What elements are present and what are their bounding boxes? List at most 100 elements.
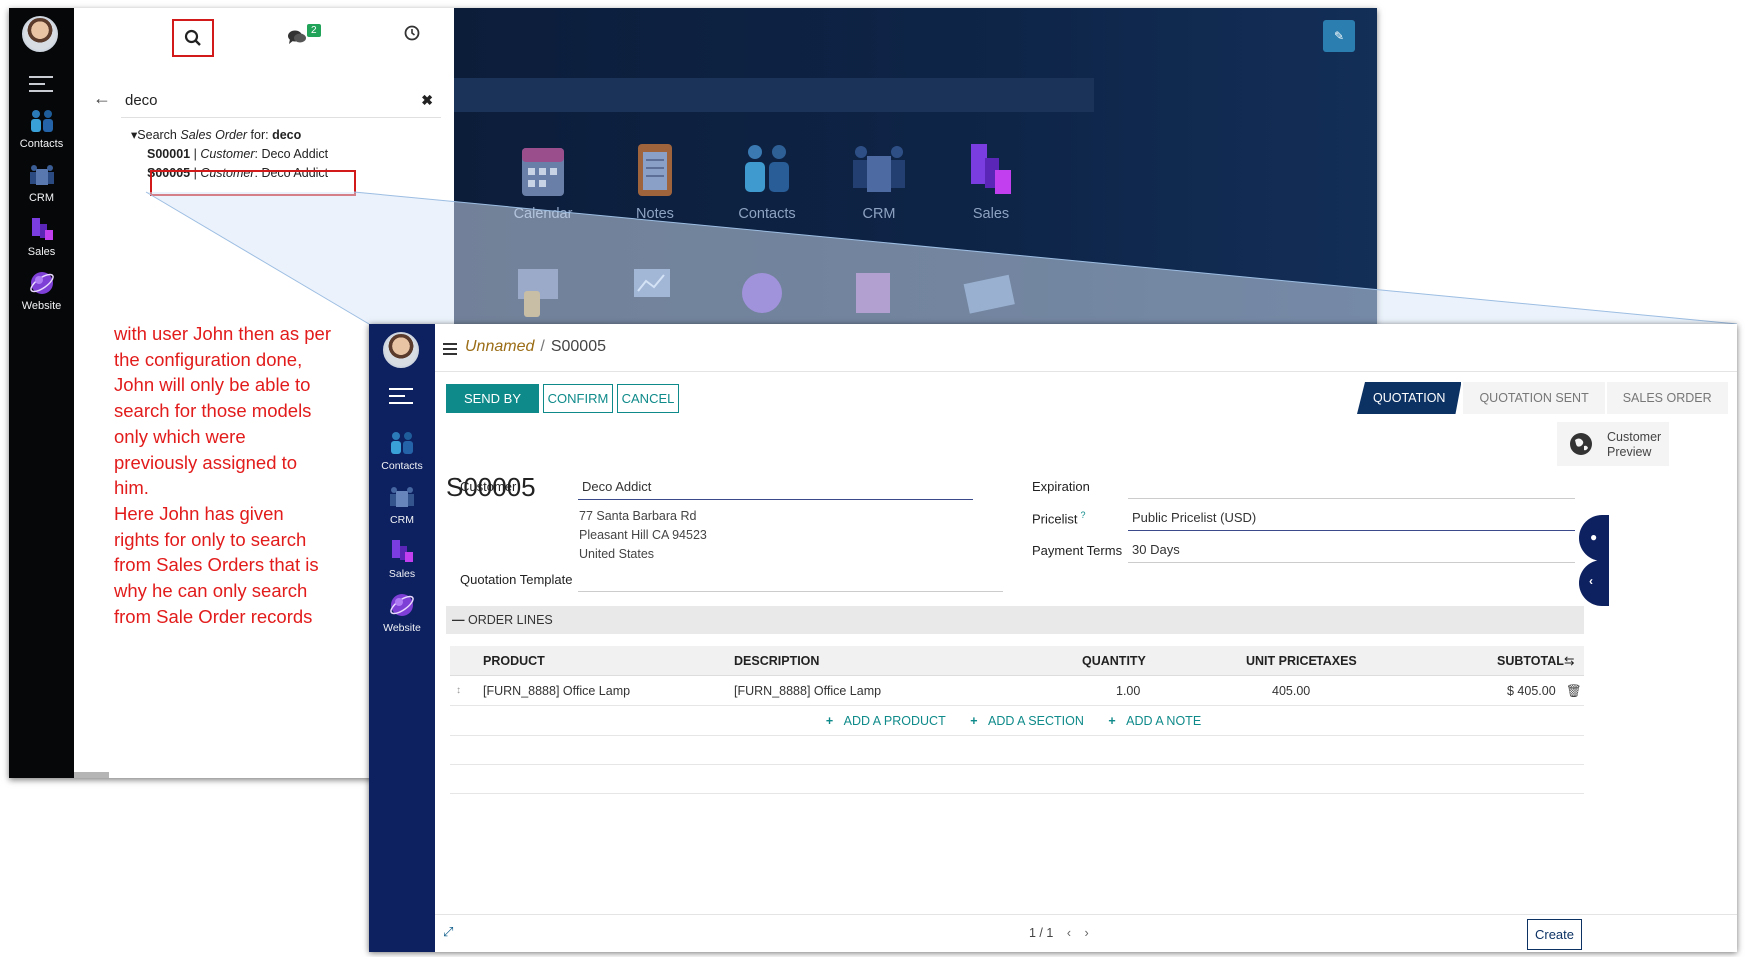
quotation-template-label: Quotation Template	[460, 572, 573, 587]
cell-description[interactable]: [FURN_8888] Office Lamp	[734, 676, 881, 706]
dashboard-icon[interactable]	[624, 263, 676, 323]
column-header-unit-price[interactable]: UNIT PRICE	[1246, 646, 1317, 676]
table-header: PRODUCT DESCRIPTION QUANTITY UNIT PRICE …	[450, 646, 1584, 676]
payment-terms-field[interactable]: 30 Days	[1128, 539, 1575, 563]
clock-icon[interactable]	[404, 25, 420, 46]
add-note-link[interactable]: + ADD A NOTE	[1108, 714, 1208, 728]
website-icon[interactable]	[736, 263, 788, 323]
stage-quotation-sent[interactable]: QUOTATION SENT	[1463, 382, 1605, 414]
customer-preview-button[interactable]: Customer Preview	[1557, 422, 1669, 466]
column-header-quantity[interactable]: QUANTITY	[1082, 646, 1146, 676]
preview-label-line1: Customer	[1607, 430, 1662, 444]
side-panel-toggle-tab[interactable]: ‹	[1579, 560, 1609, 606]
home-app-sales[interactable]: Sales	[936, 138, 1046, 222]
customer-field[interactable]: Deco Addict	[578, 476, 973, 500]
column-header-subtotal[interactable]: SUBTOTAL	[1497, 646, 1564, 676]
payment-terms-label: Payment Terms	[1032, 543, 1123, 558]
invoicing-icon[interactable]	[512, 263, 564, 323]
breadcrumb-separator: /	[540, 338, 545, 355]
home-search-bar[interactable]	[454, 78, 1094, 112]
sales-icon	[31, 218, 53, 240]
sidebar-app-contacts[interactable]: Contacts	[369, 428, 435, 472]
home-app-notes[interactable]: Notes	[600, 138, 710, 222]
search-icon[interactable]	[172, 19, 214, 57]
home-app-label: Calendar	[513, 206, 573, 222]
collapse-icon[interactable]: —	[452, 606, 465, 634]
expand-icon[interactable]: ⤢	[443, 924, 453, 940]
sidebar-app-crm[interactable]: CRM	[9, 160, 74, 204]
sidebar-app-contacts[interactable]: Contacts	[9, 106, 74, 150]
avatar[interactable]	[22, 16, 58, 52]
cell-quantity[interactable]: 1.00	[1116, 676, 1140, 706]
confirm-button[interactable]: CONFIRM	[543, 384, 613, 413]
table-row[interactable]: ↕ [FURN_8888] Office Lamp [FURN_8888] Of…	[450, 676, 1584, 706]
stage-quotation[interactable]: QUOTATION	[1357, 382, 1461, 414]
search-input[interactable]	[121, 88, 391, 113]
home-app-label: Contacts	[738, 206, 796, 222]
pricelist-field[interactable]: Public Pricelist (USD)	[1128, 507, 1575, 531]
menu-icon[interactable]	[389, 388, 413, 406]
chevron-left-icon: ‹	[1589, 574, 1593, 588]
pager-next-icon[interactable]: ›	[1084, 926, 1088, 940]
sidebar-app-label: Sales	[388, 568, 416, 580]
quotation-template-field[interactable]	[578, 568, 1003, 592]
sidebar-app-label: Contacts	[381, 460, 423, 472]
trash-icon[interactable]: 🗑	[1566, 676, 1582, 706]
expiration-field[interactable]	[1128, 475, 1575, 499]
chat-icon[interactable]: 2	[287, 24, 327, 48]
order-lines-section-header[interactable]: — ORDER LINES	[446, 606, 1584, 634]
send-by-email-button[interactable]: SEND BY EMAIL	[446, 384, 539, 433]
column-header-product[interactable]: PRODUCT	[483, 646, 545, 676]
hamburger-icon[interactable]	[443, 343, 457, 358]
home-app-calendar[interactable]: Calendar	[488, 138, 598, 222]
chatter-toggle-tab[interactable]: ●	[1579, 515, 1609, 561]
order-lines-table: PRODUCT DESCRIPTION QUANTITY UNIT PRICE …	[450, 646, 1584, 794]
empty-row	[450, 736, 1584, 765]
cancel-button[interactable]: CANCEL	[617, 384, 679, 413]
add-product-link[interactable]: + ADD A PRODUCT	[826, 714, 953, 728]
pager-prev-icon[interactable]: ‹	[1067, 926, 1071, 940]
home-app-crm[interactable]: CRM	[824, 138, 934, 222]
results-prefix: Search	[137, 128, 181, 142]
column-header-description[interactable]: DESCRIPTION	[734, 646, 819, 676]
column-header-taxes[interactable]: TAXES	[1316, 646, 1357, 676]
pager-value: 1 / 1	[1029, 926, 1054, 940]
clear-search-icon[interactable]: ✖	[421, 92, 433, 109]
drag-handle-icon[interactable]: ↕	[456, 676, 461, 706]
bottom-bar: ⤢ 1 / 1 ‹ › Create	[435, 914, 1737, 952]
annotation-text: with user John then as per the configura…	[114, 323, 331, 627]
calendar-icon	[522, 148, 564, 196]
stage-sales-order[interactable]: SALES ORDER	[1606, 382, 1728, 414]
back-arrow-icon[interactable]: ←	[93, 88, 111, 109]
cell-subtotal: $ 405.00	[1507, 684, 1556, 698]
home-app-contacts[interactable]: Contacts	[712, 138, 822, 222]
sidebar-app-website[interactable]: Website	[369, 590, 435, 634]
edit-pencil-icon[interactable]: ✎	[1323, 20, 1355, 52]
results-term: deco	[272, 128, 302, 142]
expiration-label: Expiration	[1032, 479, 1090, 494]
app-sidebar: Contacts CRM Sales Website	[369, 324, 435, 952]
add-section-link[interactable]: + ADD A SECTION	[970, 714, 1091, 728]
expenses-icon[interactable]	[960, 263, 1020, 323]
cell-product[interactable]: [FURN_8888] Office Lamp	[483, 676, 630, 706]
help-icon[interactable]: ?	[1081, 510, 1086, 520]
marketing-icon[interactable]	[848, 263, 900, 323]
result-group-header[interactable]: ▾Search Sales Order for: deco	[131, 126, 328, 145]
sidebar-app-website[interactable]: Website	[9, 268, 74, 312]
column-settings-icon[interactable]: ⇆	[1564, 646, 1574, 676]
breadcrumb-parent[interactable]: Unnamed	[465, 338, 534, 355]
cell-unit-price[interactable]: 405.00	[1272, 676, 1310, 706]
horizontal-scrollbar[interactable]	[74, 772, 109, 778]
notes-icon	[638, 144, 672, 196]
sidebar-app-sales[interactable]: Sales	[9, 214, 74, 258]
contacts-icon	[30, 110, 53, 132]
avatar[interactable]	[383, 332, 419, 368]
chat-icon: ●	[1590, 530, 1598, 544]
sidebar-app-sales[interactable]: Sales	[369, 536, 435, 580]
menu-icon[interactable]	[29, 76, 53, 94]
panel-icon-bar: 2	[74, 8, 454, 60]
create-button[interactable]: Create	[1527, 919, 1582, 950]
add-line-row: + ADD A PRODUCT + ADD A SECTION + ADD A …	[450, 706, 1584, 736]
sidebar-app-crm[interactable]: CRM	[369, 482, 435, 526]
search-result-row[interactable]: S00001 | Customer: Deco Addict	[131, 145, 328, 164]
